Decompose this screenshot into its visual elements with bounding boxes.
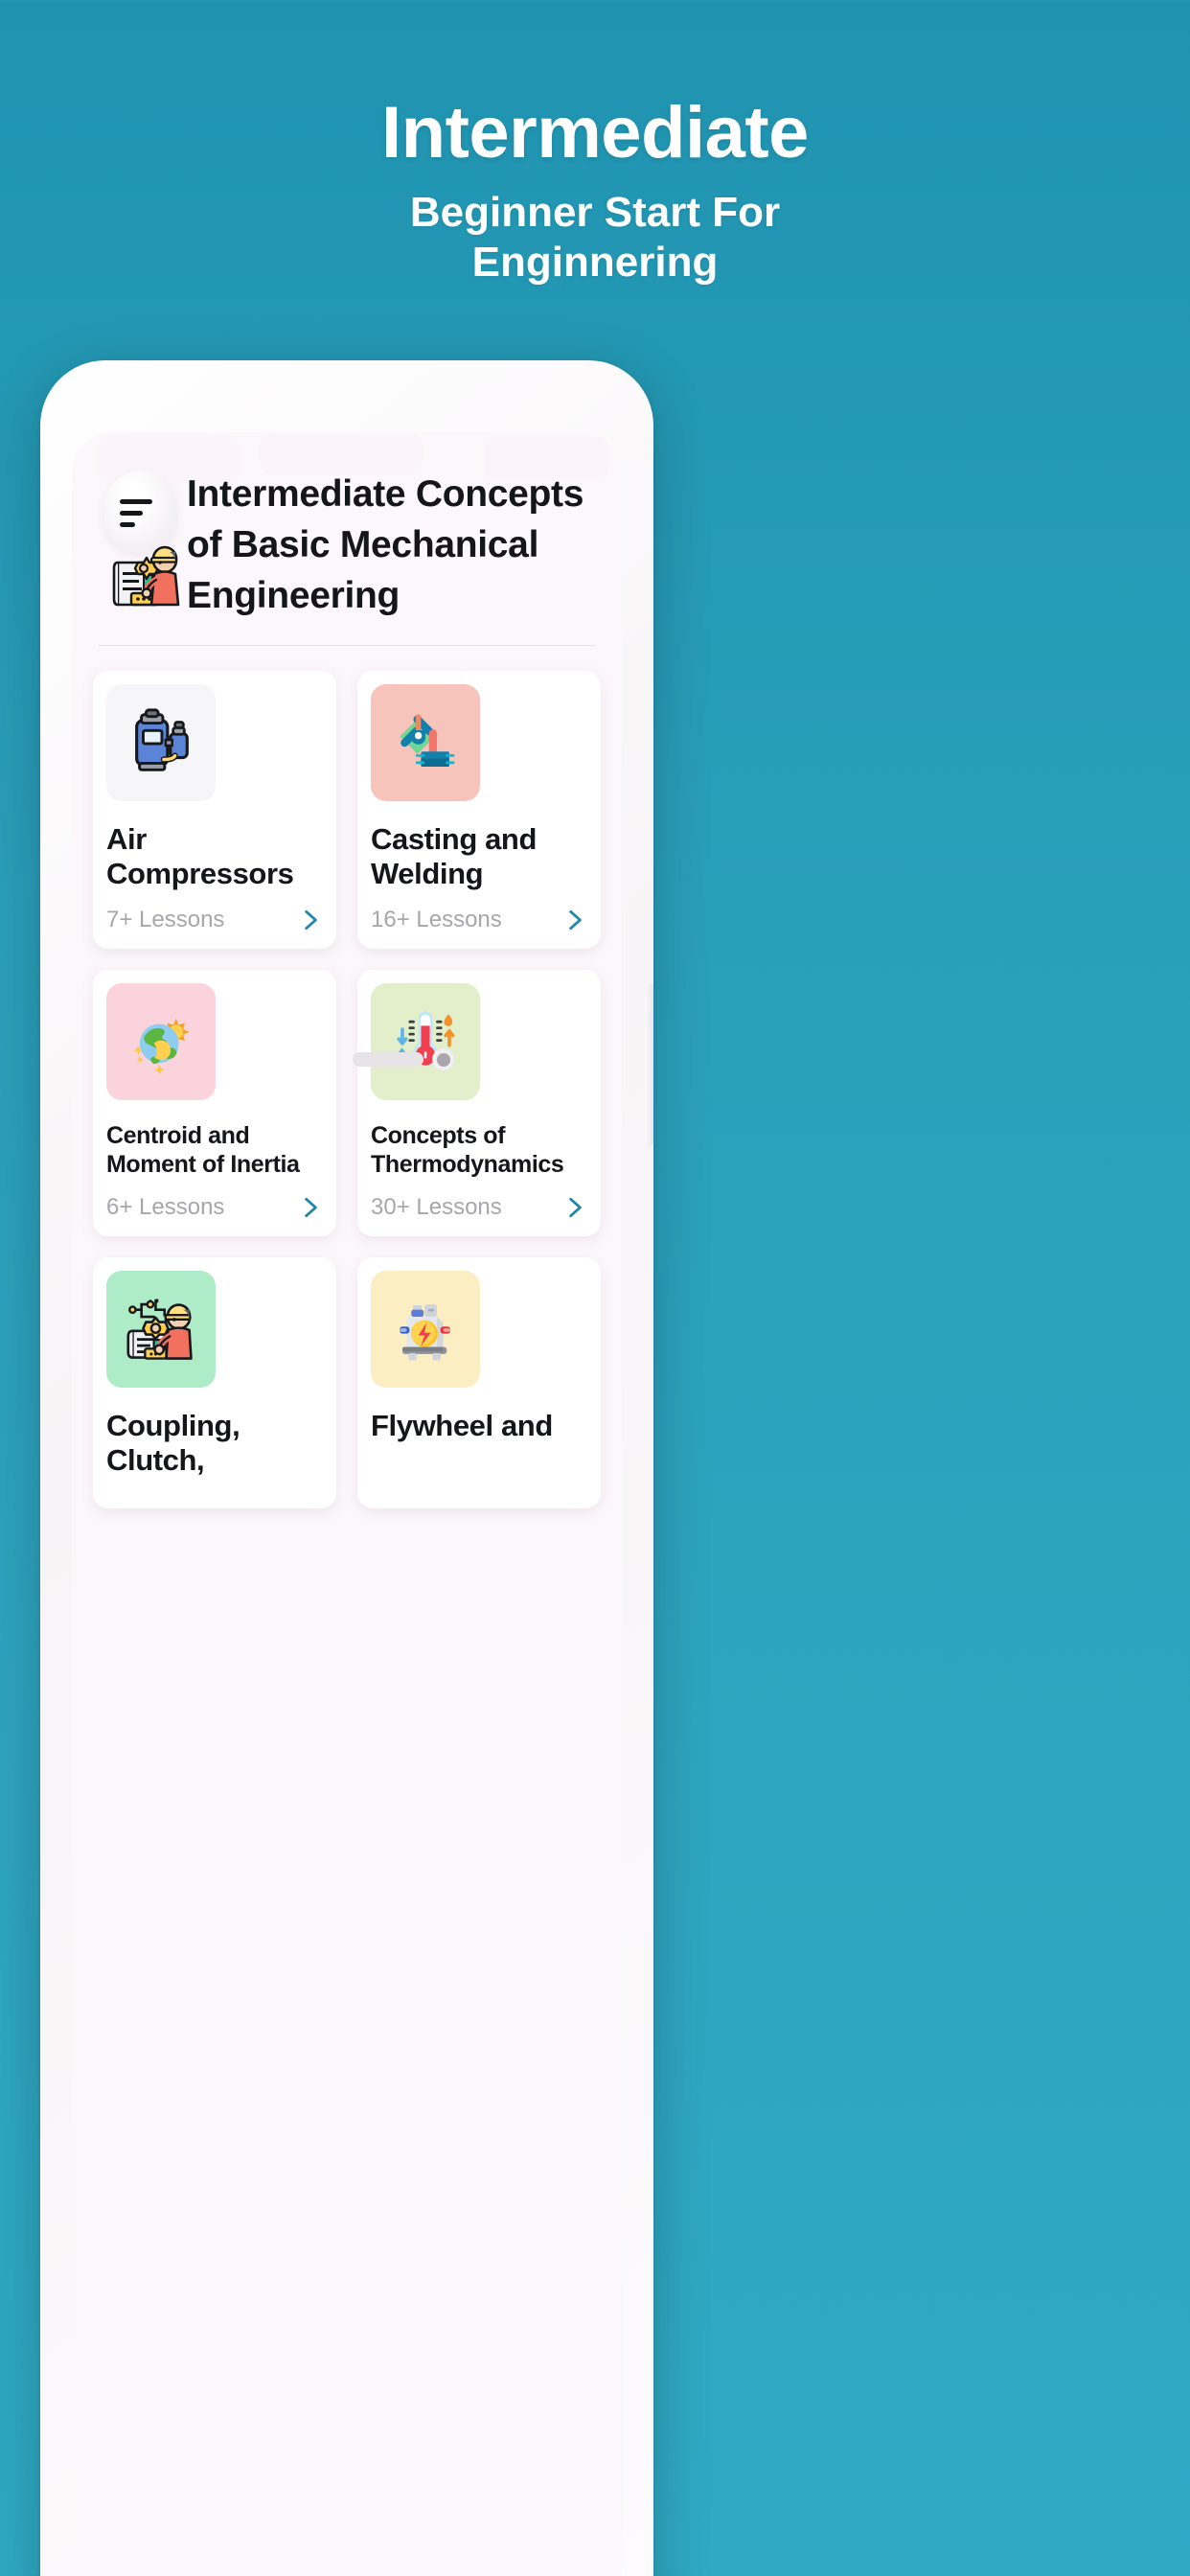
course-lesson-count: 7+ Lessons (106, 907, 225, 932)
phone-mockup: Intermediate Concepts of Basic Mechanica… (40, 360, 653, 2576)
course-card-footer (371, 1478, 587, 1493)
course-title: Coupling, Clutch, (106, 1409, 240, 1477)
app-screen: Intermediate Concepts of Basic Mechanica… (72, 432, 622, 2576)
welding-robot-arm-icon (400, 714, 455, 767)
engineer-with-report-icon (112, 536, 185, 610)
thermometer-icon (397, 1011, 455, 1067)
course-thumbnail (106, 1271, 216, 1388)
page-title: Intermediate Concepts of Basic Mechanica… (187, 473, 584, 616)
chevron-right-icon[interactable] (298, 908, 323, 932)
course-card[interactable]: Air Compressors 7+ Lessons (93, 671, 336, 949)
chevron-right-icon[interactable] (298, 1195, 323, 1220)
course-card[interactable]: Centroid and Moment of Inertia 6+ Lesson… (93, 970, 336, 1236)
course-card-footer: 16+ Lessons (371, 891, 587, 933)
course-card-footer: 7+ Lessons (106, 891, 323, 933)
course-thumbnail (106, 684, 216, 801)
course-thumbnail (371, 983, 480, 1100)
course-title: Centroid and Moment of Inertia (106, 1122, 300, 1178)
phone-power-button[interactable] (645, 983, 653, 1146)
hero-subtitle: Beginner Start For Enginnering (409, 189, 781, 286)
course-title: Air Compressors (106, 822, 294, 890)
course-card-footer (106, 1478, 323, 1493)
course-title: Flywheel and (371, 1409, 553, 1442)
course-card-footer: 30+ Lessons (371, 1179, 587, 1221)
course-card[interactable]: Flywheel and (357, 1257, 601, 1508)
earth-sun-moon-icon (133, 1018, 190, 1075)
chevron-right-icon[interactable] (562, 1195, 587, 1220)
hero-header: Intermediate Beginner Start For Enginner… (0, 0, 1190, 288)
course-lesson-count: 16+ Lessons (371, 907, 502, 932)
course-card-grid: Air Compressors 7+ Lessons Casting and W… (72, 646, 622, 1508)
course-lesson-count: 6+ Lessons (106, 1194, 225, 1220)
air-compressor-icon (135, 708, 189, 771)
course-card[interactable]: Coupling, Clutch, (93, 1257, 336, 1508)
app-header: Intermediate Concepts of Basic Mechanica… (72, 432, 622, 624)
hero-title: Intermediate (381, 92, 809, 173)
course-card-footer: 6+ Lessons (106, 1179, 323, 1221)
engineer-gears-icon (126, 1299, 193, 1360)
course-card[interactable]: Concepts of Thermodynamics 30+ Lessons (357, 970, 601, 1236)
course-title: Casting and Welding (371, 822, 538, 890)
course-thumbnail (106, 983, 216, 1100)
course-thumbnail (371, 1271, 480, 1388)
hamburger-menu-icon[interactable] (120, 499, 158, 528)
course-card[interactable]: Casting and Welding 16+ Lessons (357, 671, 601, 949)
generator-icon (400, 1304, 450, 1361)
menu-zone (99, 465, 187, 618)
course-title: Concepts of Thermodynamics (371, 1122, 564, 1178)
course-thumbnail (371, 684, 480, 801)
chevron-right-icon[interactable] (562, 908, 587, 932)
course-lesson-count: 30+ Lessons (371, 1194, 502, 1220)
